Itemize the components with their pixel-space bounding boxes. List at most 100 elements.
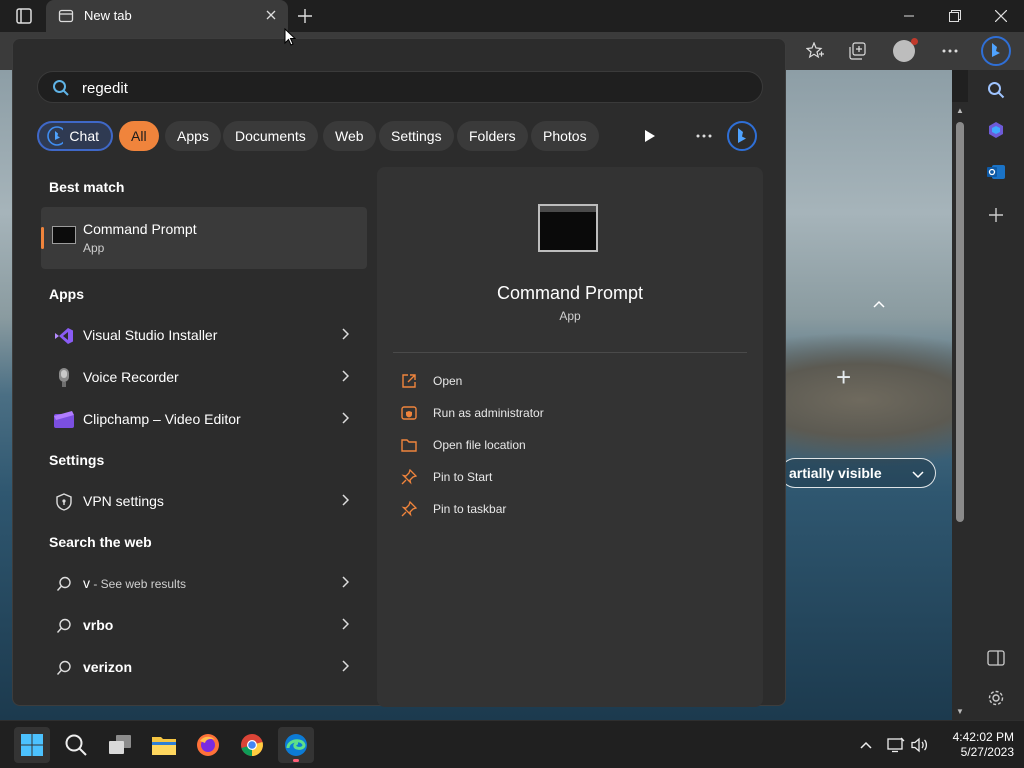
- scroll-up-icon[interactable]: ▲: [956, 106, 964, 115]
- chrome-icon[interactable]: [234, 727, 270, 763]
- divider: [393, 352, 747, 353]
- clock-date: 5/27/2023: [960, 745, 1014, 759]
- search-web-heading: Search the web: [49, 534, 152, 550]
- filter-web[interactable]: Web: [323, 121, 376, 151]
- tab-title: New tab: [84, 8, 132, 23]
- filter-documents[interactable]: Documents: [223, 121, 318, 151]
- firefox-icon[interactable]: [190, 727, 226, 763]
- app-result[interactable]: Voice Recorder: [41, 357, 367, 397]
- sidebar-add-icon[interactable]: [984, 203, 1008, 227]
- command-prompt-icon: [538, 204, 598, 252]
- settings-heading: Settings: [49, 452, 105, 468]
- sidebar-settings-icon[interactable]: [984, 686, 1008, 710]
- scroll-down-icon[interactable]: ▼: [956, 707, 964, 716]
- search-icon: [53, 657, 75, 679]
- action-run-as-admin[interactable]: Run as administrator: [401, 401, 721, 427]
- file-explorer-icon[interactable]: [146, 727, 182, 763]
- favorites-icon[interactable]: [800, 37, 830, 65]
- web-result[interactable]: verizon: [41, 647, 367, 687]
- close-icon[interactable]: [978, 0, 1024, 32]
- app-result[interactable]: Visual Studio Installer: [41, 315, 367, 355]
- best-match-name: Command Prompt: [83, 221, 197, 237]
- visibility-dropdown[interactable]: artially visible: [780, 458, 936, 488]
- restore-icon[interactable]: [932, 0, 978, 32]
- minimize-icon[interactable]: [886, 0, 932, 32]
- chevron-right-icon: [341, 493, 350, 511]
- network-icon[interactable]: [886, 735, 906, 755]
- filter-all[interactable]: All: [119, 121, 159, 151]
- taskbar: 4:42:02 PM 5/27/2023: [0, 720, 1024, 768]
- search-box[interactable]: [37, 71, 763, 103]
- browser-tab[interactable]: New tab: [46, 0, 288, 32]
- mouse-cursor-icon: [284, 27, 297, 51]
- admin-shield-icon: [401, 405, 417, 421]
- browser-titlebar: New tab: [0, 0, 1024, 32]
- action-open-file-location[interactable]: Open file location: [401, 433, 721, 459]
- chevron-right-icon: [341, 411, 350, 429]
- apps-heading: Apps: [49, 286, 84, 302]
- chevron-up-icon[interactable]: [856, 735, 876, 755]
- app-result[interactable]: Clipchamp – Video Editor: [41, 399, 367, 439]
- scroll-thumb[interactable]: [956, 122, 964, 522]
- bing-icon[interactable]: [725, 119, 759, 153]
- chevron-right-icon: [341, 617, 350, 635]
- profile-avatar[interactable]: [889, 37, 919, 65]
- best-match-heading: Best match: [49, 179, 125, 195]
- chevron-up-icon[interactable]: [872, 296, 886, 314]
- sidebar-copilot-icon[interactable]: [984, 118, 1008, 142]
- folder-icon: [401, 437, 417, 453]
- web-result[interactable]: vrbo: [41, 605, 367, 645]
- more-icon[interactable]: [935, 37, 965, 65]
- edge-sidebar: [968, 70, 1024, 720]
- outlook-icon[interactable]: [984, 160, 1008, 184]
- pin-icon: [401, 469, 417, 485]
- search-icon: [53, 573, 75, 595]
- action-pin-to-start[interactable]: Pin to Start: [401, 465, 721, 491]
- windows-start-icon[interactable]: [14, 727, 50, 763]
- tab-page-icon: [58, 8, 74, 29]
- best-match-type: App: [83, 241, 105, 255]
- search-input[interactable]: [80, 76, 744, 100]
- add-shortcut-icon[interactable]: +: [836, 362, 851, 393]
- sidebar-search-icon[interactable]: [984, 78, 1008, 102]
- system-clock[interactable]: 4:42:02 PM 5/27/2023: [940, 730, 1014, 760]
- task-view-icon[interactable]: [102, 727, 138, 763]
- running-indicator: [293, 759, 299, 762]
- preview-name: Command Prompt: [496, 283, 644, 303]
- volume-icon[interactable]: [910, 735, 930, 755]
- collections-icon[interactable]: [843, 37, 873, 65]
- tab-actions-icon[interactable]: [10, 6, 38, 26]
- shield-icon: [53, 491, 75, 513]
- chevron-right-icon: [341, 659, 350, 677]
- action-open[interactable]: Open: [401, 369, 721, 395]
- edge-icon[interactable]: [278, 727, 314, 763]
- copilot-icon[interactable]: [980, 35, 1012, 67]
- settings-result[interactable]: VPN settings: [41, 481, 367, 521]
- search-icon: [53, 615, 75, 637]
- result-preview: Command Prompt App Open Run as administr…: [377, 167, 763, 707]
- taskbar-search-icon[interactable]: [58, 727, 94, 763]
- clipchamp-icon: [53, 409, 75, 431]
- sidebar-toggle-icon[interactable]: [984, 646, 1008, 670]
- web-result[interactable]: v - See web results: [41, 563, 367, 603]
- chevron-right-icon: [341, 327, 350, 345]
- new-tab-icon[interactable]: [292, 4, 318, 28]
- open-icon: [401, 373, 417, 389]
- bing-chat-icon: [47, 126, 64, 146]
- more-options-icon[interactable]: [689, 121, 719, 151]
- page-scrollbar[interactable]: ▲ ▼: [952, 102, 968, 720]
- preview-type: App: [559, 309, 581, 323]
- selection-indicator: [41, 227, 44, 249]
- visual-studio-installer-icon: [53, 325, 75, 347]
- filter-chat[interactable]: Chat: [37, 121, 113, 151]
- filter-settings[interactable]: Settings: [379, 121, 454, 151]
- windows-search-panel: Chat All Apps Documents Web Settings Fol…: [12, 38, 786, 707]
- filter-apps[interactable]: Apps: [165, 121, 221, 151]
- tab-close-icon[interactable]: [260, 4, 282, 26]
- best-match-item[interactable]: Command Prompt App: [41, 207, 367, 269]
- play-icon[interactable]: [635, 121, 665, 151]
- pin-icon: [401, 501, 417, 517]
- filter-photos[interactable]: Photos: [531, 121, 599, 151]
- action-pin-to-taskbar[interactable]: Pin to taskbar: [401, 497, 721, 523]
- filter-folders[interactable]: Folders: [457, 121, 528, 151]
